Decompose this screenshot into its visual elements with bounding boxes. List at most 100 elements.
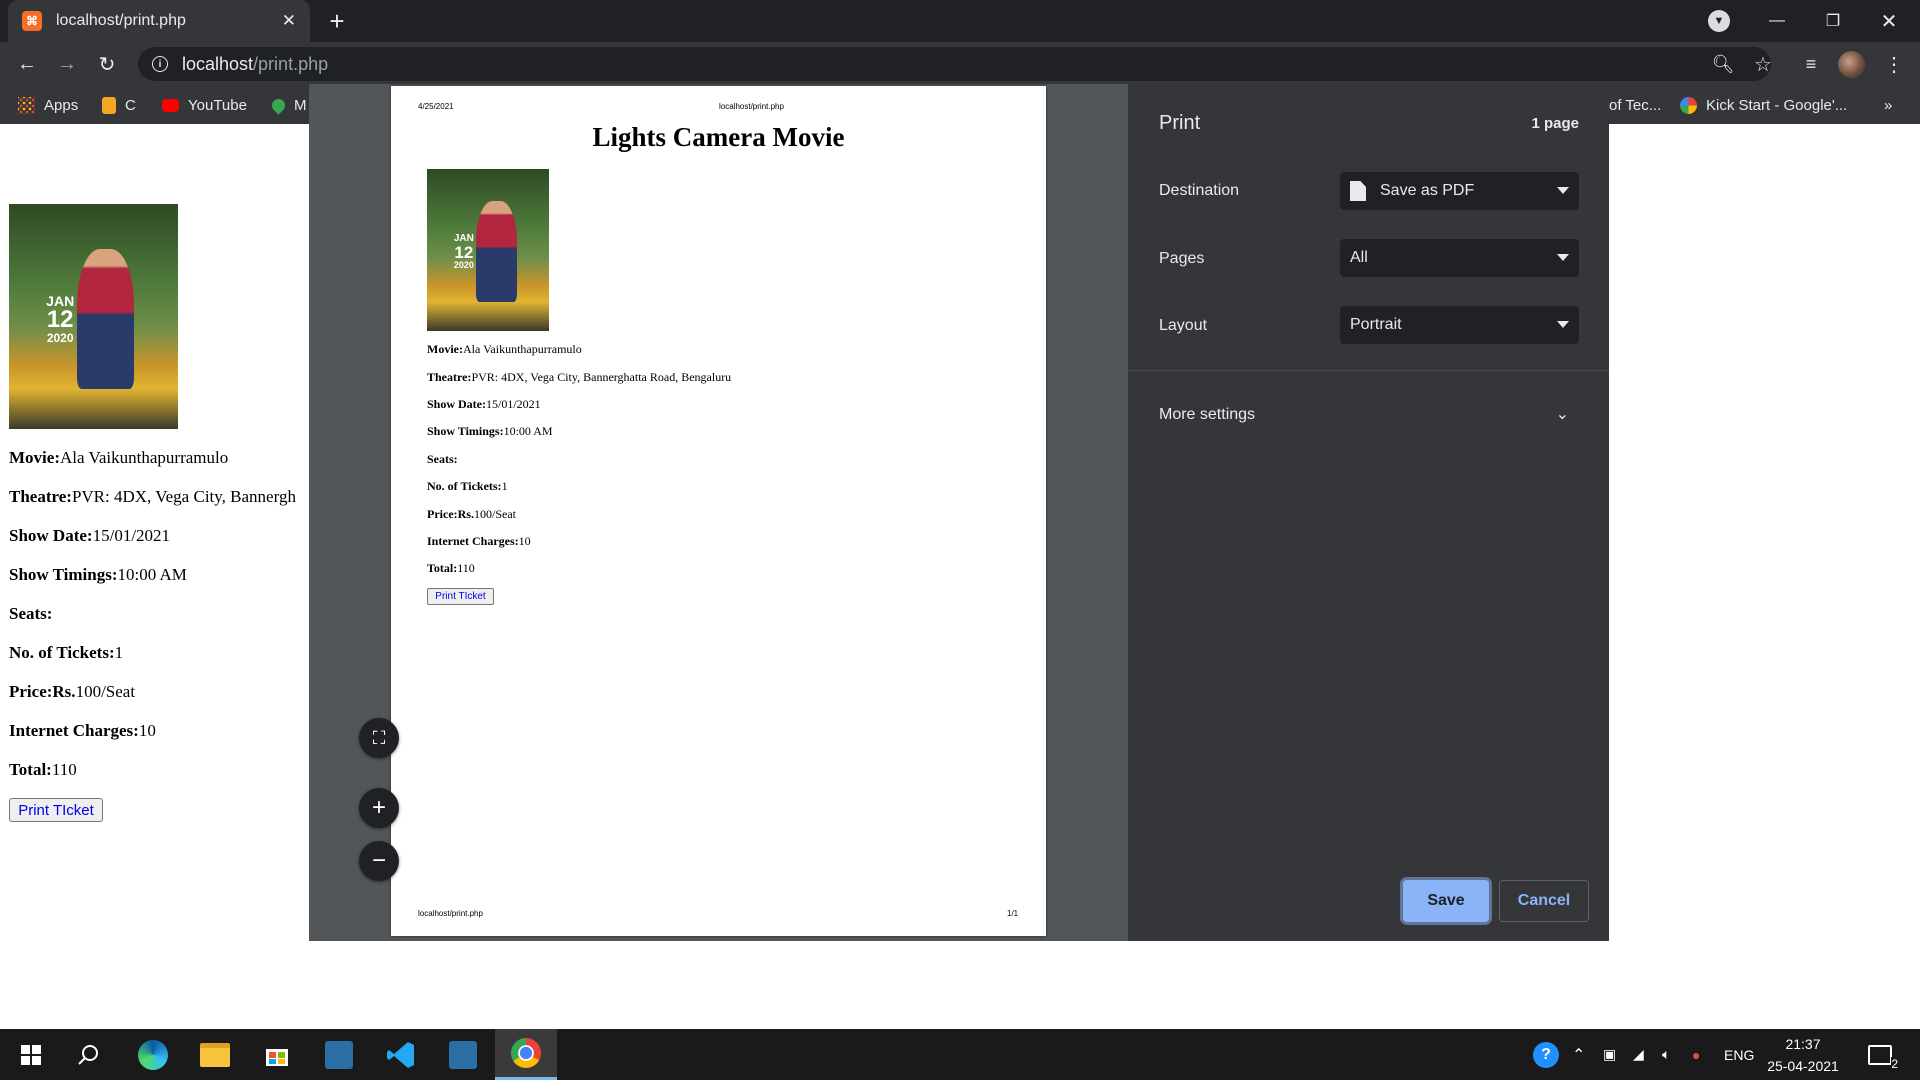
layout-select[interactable]: Portrait <box>1340 306 1579 344</box>
preview-show-timings-line: Show Timings:10:00 AM <box>427 424 553 438</box>
notification-count: 2 <box>1891 1056 1898 1071</box>
more-settings-toggle[interactable]: More settings <box>1159 406 1255 424</box>
network-icon[interactable]: ◢ <box>1633 1029 1644 1080</box>
media-controls-icon[interactable]: ≡ <box>1796 49 1826 79</box>
preview-title: Lights Camera Movie <box>592 122 845 152</box>
system-clock[interactable]: 21:37 25-04-2021 <box>1758 1033 1848 1077</box>
panel-divider <box>1128 370 1609 371</box>
page-show-timings-line: Show Timings:10:00 AM <box>9 565 187 584</box>
google-icon <box>1680 96 1697 114</box>
layout-label: Layout <box>1159 317 1208 334</box>
dropdown-caret-icon <box>1557 321 1569 328</box>
preview-tickets-line: No. of Tickets:1 <box>427 479 508 493</box>
bookmark-apps[interactable]: Apps <box>18 86 78 124</box>
page-total-line: Total:110 <box>9 760 77 779</box>
microsoft-store-icon[interactable] <box>246 1029 308 1080</box>
sql-workbench-icon[interactable] <box>308 1029 370 1080</box>
forward-arrow-icon[interactable]: → <box>52 49 82 79</box>
document-icon <box>1350 181 1366 201</box>
restore-icon[interactable]: ❐ <box>1805 0 1861 42</box>
apps-grid-icon <box>18 96 35 114</box>
bookmark-youtube[interactable]: YouTube <box>162 86 247 124</box>
url-host: localhost <box>182 53 254 74</box>
preview-footer-url: localhost/print.php <box>418 909 483 918</box>
bookmark-c[interactable]: C <box>102 86 136 124</box>
movie-poster: JAN 12 2020 <box>9 204 178 429</box>
bookmark-star-icon[interactable]: ☆ <box>1748 49 1778 79</box>
address-bar[interactable]: i localhost/print.php <box>138 47 1771 81</box>
url-path: /print.php <box>253 53 329 74</box>
zoom-in-icon[interactable]: + <box>359 788 399 828</box>
pages-label: Pages <box>1159 250 1205 267</box>
page-internet-charges-line: Internet Charges:10 <box>9 721 156 740</box>
bookmark-kick-start[interactable]: Kick Start - Google'... <box>1680 86 1847 124</box>
clock-time: 21:37 <box>1785 1036 1821 1052</box>
page-tickets-line: No. of Tickets:1 <box>9 643 124 662</box>
page-count: 1 page <box>1531 115 1579 132</box>
preview-show-date-line: Show Date:15/01/2021 <box>427 397 541 411</box>
page-show-date-line: Show Date:15/01/2021 <box>9 526 171 545</box>
preview-header-url: localhost/print.php <box>719 102 784 111</box>
page-price-line: Price:Rs.100/Seat <box>9 682 136 701</box>
page-theatre-line: Theatre:PVR: 4DX, Vega City, Bannergh <box>9 487 296 506</box>
tab-title: localhost/print.php <box>56 12 186 29</box>
workbench-alt-icon[interactable] <box>432 1029 494 1080</box>
destination-select[interactable]: Save as PDF <box>1340 172 1579 210</box>
minimize-icon[interactable]: — <box>1749 0 1805 42</box>
bookmark-c-icon <box>102 96 116 114</box>
preview-sheet: 4/25/2021 localhost/print.php Lights Cam… <box>391 86 1046 936</box>
clock-date: 25-04-2021 <box>1767 1058 1839 1074</box>
preview-poster: JAN 12 2020 <box>427 169 549 331</box>
print-settings-panel: Print 1 page Destination Save as PDF Pag… <box>1128 84 1609 941</box>
vscode-icon[interactable] <box>370 1029 432 1080</box>
maps-pin-icon <box>269 95 288 115</box>
browser-tab[interactable]: ⌘ localhost/print.php ✕ <box>8 0 310 42</box>
zoom-out-icon[interactable]: − <box>359 841 399 881</box>
close-window-icon[interactable]: ✕ <box>1861 0 1917 42</box>
dropdown-caret-icon <box>1557 254 1569 261</box>
pages-select[interactable]: All <box>1340 239 1579 277</box>
dropdown-caret-icon <box>1557 187 1569 194</box>
preview-seats-line: Seats: <box>427 452 458 466</box>
windows-start-icon[interactable] <box>0 1029 62 1080</box>
youtube-icon <box>162 98 179 112</box>
bookmark-of-tec[interactable]: of Tec... <box>1609 86 1661 124</box>
tab-search-icon[interactable]: ▼ <box>1708 10 1730 32</box>
volume-icon[interactable]: 🔈︎ <box>1662 1029 1670 1080</box>
preview-internet-charges-line: Internet Charges:10 <box>427 534 531 548</box>
fit-to-page-icon[interactable]: ⛶ <box>359 718 399 758</box>
zoom-icon[interactable]: 🔍︎ <box>1708 49 1738 79</box>
cancel-button[interactable]: Cancel <box>1499 880 1589 922</box>
site-info-icon[interactable]: i <box>152 56 168 72</box>
preview-price-line: Price:Rs.100/Seat <box>427 507 516 521</box>
preview-theatre-line: Theatre:PVR: 4DX, Vega City, Bannerghatt… <box>427 370 732 384</box>
back-arrow-icon[interactable]: ← <box>12 49 42 79</box>
chrome-taskbar-icon[interactable] <box>495 1029 557 1080</box>
chrome-menu-icon[interactable]: ⋮ <box>1879 49 1909 79</box>
print-panel-title: Print <box>1159 112 1201 134</box>
destination-label: Destination <box>1159 182 1240 199</box>
help-icon[interactable]: ? <box>1533 1029 1559 1080</box>
bookmark-maps[interactable]: M <box>269 86 307 124</box>
security-alert-icon[interactable]: ● <box>1692 1029 1700 1080</box>
save-button[interactable]: Save <box>1403 880 1489 922</box>
tray-expand-icon[interactable]: ⌃ <box>1572 1029 1585 1080</box>
xampp-favicon-icon: ⌘ <box>22 11 42 31</box>
profile-avatar[interactable] <box>1838 51 1865 78</box>
more-bookmarks-icon[interactable]: » <box>1884 86 1892 124</box>
page-seats-line: Seats: <box>9 604 53 623</box>
print-ticket-button[interactable]: Print TIcket <box>9 798 103 822</box>
chevron-down-icon[interactable]: ⌄ <box>1556 404 1569 424</box>
preview-movie-line: Movie:Ala Vaikunthapurramulo <box>427 342 582 356</box>
file-explorer-icon[interactable] <box>184 1029 246 1080</box>
tab-close-icon[interactable]: ✕ <box>282 11 296 31</box>
reload-icon[interactable]: ↻ <box>92 49 122 79</box>
notification-center-icon[interactable]: 2 <box>1868 1029 1898 1080</box>
edge-icon[interactable] <box>122 1029 184 1080</box>
search-icon[interactable] <box>58 1029 120 1080</box>
language-indicator[interactable]: ENG <box>1724 1029 1754 1080</box>
page-movie-line: Movie:Ala Vaikunthapurramulo <box>9 448 229 467</box>
usb-device-icon[interactable]: ▣ <box>1603 1029 1616 1080</box>
new-tab-button[interactable]: + <box>322 6 352 36</box>
preview-total-line: Total:110 <box>427 561 475 575</box>
